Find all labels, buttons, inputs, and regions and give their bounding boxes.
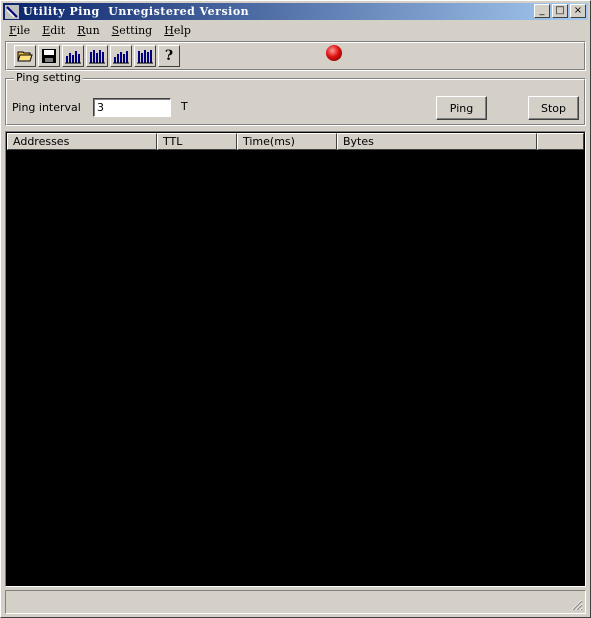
- ping-chart-icon: [65, 51, 81, 64]
- save-button[interactable]: [38, 45, 60, 67]
- ping-all-chart-icon: [89, 50, 105, 64]
- stop-button-label: Stop: [540, 101, 566, 115]
- menu-file[interactable]: File: [3, 24, 36, 37]
- menu-run-mnemonic: R: [77, 23, 86, 37]
- ping-interval-input[interactable]: [93, 98, 171, 117]
- menu-setting-label: etting: [119, 23, 153, 37]
- status-bar: [5, 590, 586, 614]
- results-body[interactable]: [7, 150, 584, 585]
- menu-edit-mnemonic: E: [42, 23, 51, 37]
- close-button[interactable]: ×: [570, 4, 586, 18]
- status-light-icon: [326, 45, 342, 61]
- help-question-icon: ?: [164, 48, 174, 64]
- menu-file-mnemonic: F: [9, 23, 17, 37]
- toolbar: ?: [5, 41, 586, 71]
- menu-run[interactable]: Run: [71, 24, 105, 37]
- maximize-button[interactable]: □: [552, 4, 568, 18]
- menu-edit[interactable]: Edit: [36, 24, 71, 37]
- interval-unit-label: T: [181, 100, 188, 113]
- open-button[interactable]: [14, 45, 36, 67]
- minimize-icon: _: [539, 5, 545, 16]
- ping-button[interactable]: Ping: [436, 96, 487, 120]
- app-icon: [5, 4, 19, 19]
- open-folder-icon: [17, 51, 33, 62]
- column-header-time[interactable]: Time(ms): [237, 133, 337, 150]
- ping-button-toolbar[interactable]: [62, 45, 84, 67]
- stats-button[interactable]: [134, 45, 156, 67]
- column-header-addresses[interactable]: Addresses: [7, 133, 157, 150]
- menu-help[interactable]: Help: [158, 24, 197, 37]
- menu-help-label: elp: [173, 23, 191, 37]
- close-icon: ×: [573, 5, 583, 16]
- ping-interval-label: Ping interval: [12, 101, 81, 114]
- trace-chart-icon: [113, 51, 129, 64]
- minimize-button[interactable]: _: [534, 4, 550, 18]
- ping-button-label: Ping: [449, 101, 474, 115]
- maximize-icon: □: [555, 5, 565, 16]
- column-header-spacer: [537, 133, 584, 150]
- menu-bar: File Edit Run Setting Help: [3, 21, 197, 39]
- title-bar[interactable]: Utility Ping Unregistered Version _ □ ×: [3, 3, 588, 20]
- results-header: Addresses TTL Time(ms) Bytes: [7, 133, 584, 150]
- ping-all-button[interactable]: [86, 45, 108, 67]
- results-list[interactable]: Addresses TTL Time(ms) Bytes: [5, 131, 586, 587]
- window-title: Utility Ping Unregistered Version: [23, 5, 250, 18]
- menu-setting[interactable]: Setting: [106, 24, 159, 37]
- save-disk-icon: [42, 49, 56, 63]
- resize-grip-icon[interactable]: [571, 599, 583, 611]
- menu-edit-label: dit: [50, 23, 66, 37]
- help-button[interactable]: ?: [158, 45, 180, 67]
- column-header-bytes[interactable]: Bytes: [337, 133, 537, 150]
- menu-help-mnemonic: H: [164, 23, 174, 37]
- menu-file-label: ile: [16, 23, 31, 37]
- stop-button[interactable]: Stop: [528, 96, 579, 120]
- app-window: Utility Ping Unregistered Version _ □ × …: [0, 0, 591, 618]
- stats-chart-icon: [137, 50, 153, 64]
- trace-button[interactable]: [110, 45, 132, 67]
- menu-run-label: un: [85, 23, 100, 37]
- column-header-ttl[interactable]: TTL: [157, 133, 237, 150]
- ping-setting-legend: Ping setting: [14, 71, 84, 84]
